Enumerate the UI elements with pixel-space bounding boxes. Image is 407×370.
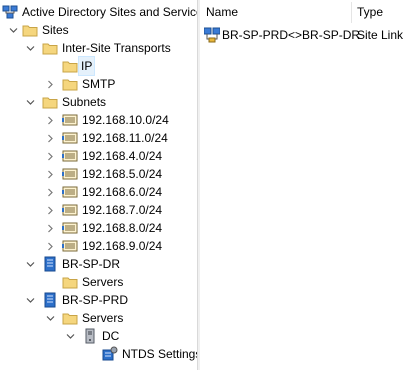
chevron-right-icon[interactable]: [45, 237, 55, 255]
subnet-icon: [62, 184, 78, 200]
chevron-right-icon[interactable]: [45, 183, 55, 201]
tree-label-dc: DC: [102, 329, 120, 343]
details-list[interactable]: Name Type BR-SP-PRD<>BR-SP-DR Site Link: [200, 0, 407, 370]
list-cell-type: Site Link: [357, 28, 404, 42]
tree-label-sites: Sites: [42, 23, 69, 37]
chevron-down-icon[interactable]: [25, 255, 35, 273]
subnet-icon: [62, 112, 78, 128]
chevron-down-icon[interactable]: [45, 309, 55, 327]
folder-icon: [62, 310, 78, 326]
chevron-down-icon[interactable]: [65, 327, 75, 345]
subnet-icon: [62, 148, 78, 164]
tree-label-servers: Servers: [82, 311, 124, 325]
server-icon: [82, 328, 98, 344]
tree-label-site-br-sp-dr: BR-SP-DR: [62, 257, 121, 271]
folder-open-icon: [62, 58, 78, 74]
chevron-right-icon[interactable]: [45, 75, 55, 93]
folder-icon: [62, 274, 78, 290]
folder-icon: [42, 40, 58, 56]
chevron-right-icon[interactable]: [45, 219, 55, 237]
subnet-icon: [62, 238, 78, 254]
list-cell-name: BR-SP-PRD<>BR-SP-DR: [222, 28, 361, 42]
column-divider[interactable]: [351, 2, 352, 23]
folder-icon: [62, 76, 78, 92]
subnet-icon: [62, 166, 78, 182]
tree-label-site-br-sp-prd: BR-SP-PRD: [62, 293, 129, 307]
tree-label-smtp: SMTP: [82, 77, 116, 91]
tree-label-subnet: 192.168.10.0/24: [82, 113, 169, 127]
folder-icon: [22, 22, 38, 38]
tree-label-ip: IP: [77, 56, 96, 76]
chevron-right-icon[interactable]: [45, 129, 55, 147]
list-row-site-link[interactable]: BR-SP-PRD<>BR-SP-DR Site Link: [200, 26, 407, 44]
subnet-icon: [62, 202, 78, 218]
tree-label-ntds-settings: NTDS Settings: [122, 347, 197, 361]
chevron-down-icon[interactable]: [25, 93, 35, 111]
console-tree[interactable]: Active Directory Sites and Services Site…: [0, 0, 197, 370]
tree-node-root[interactable]: Active Directory Sites and Services: [0, 3, 197, 21]
subnet-icon: [62, 220, 78, 236]
chevron-right-icon[interactable]: [45, 201, 55, 219]
tree-label-subnet: 192.168.11.0/24: [82, 131, 168, 145]
site-icon: [42, 292, 58, 308]
subnet-icon: [62, 130, 78, 146]
tree-label-subnets: Subnets: [62, 95, 107, 109]
site-link-icon: [204, 27, 220, 43]
chevron-right-icon[interactable]: [45, 147, 55, 165]
site-icon: [42, 256, 58, 272]
tree-label-subnet: 192.168.8.0/24: [82, 221, 163, 235]
tree-label-subnet: 192.168.5.0/24: [82, 167, 163, 181]
tree-label-root: Active Directory Sites and Services: [22, 5, 197, 19]
tree-label-inter-site-transports: Inter-Site Transports: [62, 41, 171, 55]
chevron-down-icon[interactable]: [25, 291, 35, 309]
folder-icon: [42, 94, 58, 110]
ntds-settings-icon: [102, 346, 118, 362]
tree-label-subnet: 192.168.7.0/24: [82, 203, 163, 217]
sites-services-icon: [2, 4, 18, 20]
column-header-type[interactable]: Type: [357, 0, 383, 25]
chevron-right-icon[interactable]: [45, 111, 55, 129]
tree-label-subnet: 192.168.6.0/24: [82, 185, 163, 199]
chevron-down-icon[interactable]: [8, 21, 18, 39]
tree-label-subnet: 192.168.9.0/24: [82, 239, 163, 253]
tree-label-servers: Servers: [82, 275, 124, 289]
column-header-name[interactable]: Name: [206, 0, 238, 25]
chevron-down-icon[interactable]: [25, 39, 35, 57]
tree-label-subnet: 192.168.4.0/24: [82, 149, 163, 163]
chevron-right-icon[interactable]: [45, 165, 55, 183]
